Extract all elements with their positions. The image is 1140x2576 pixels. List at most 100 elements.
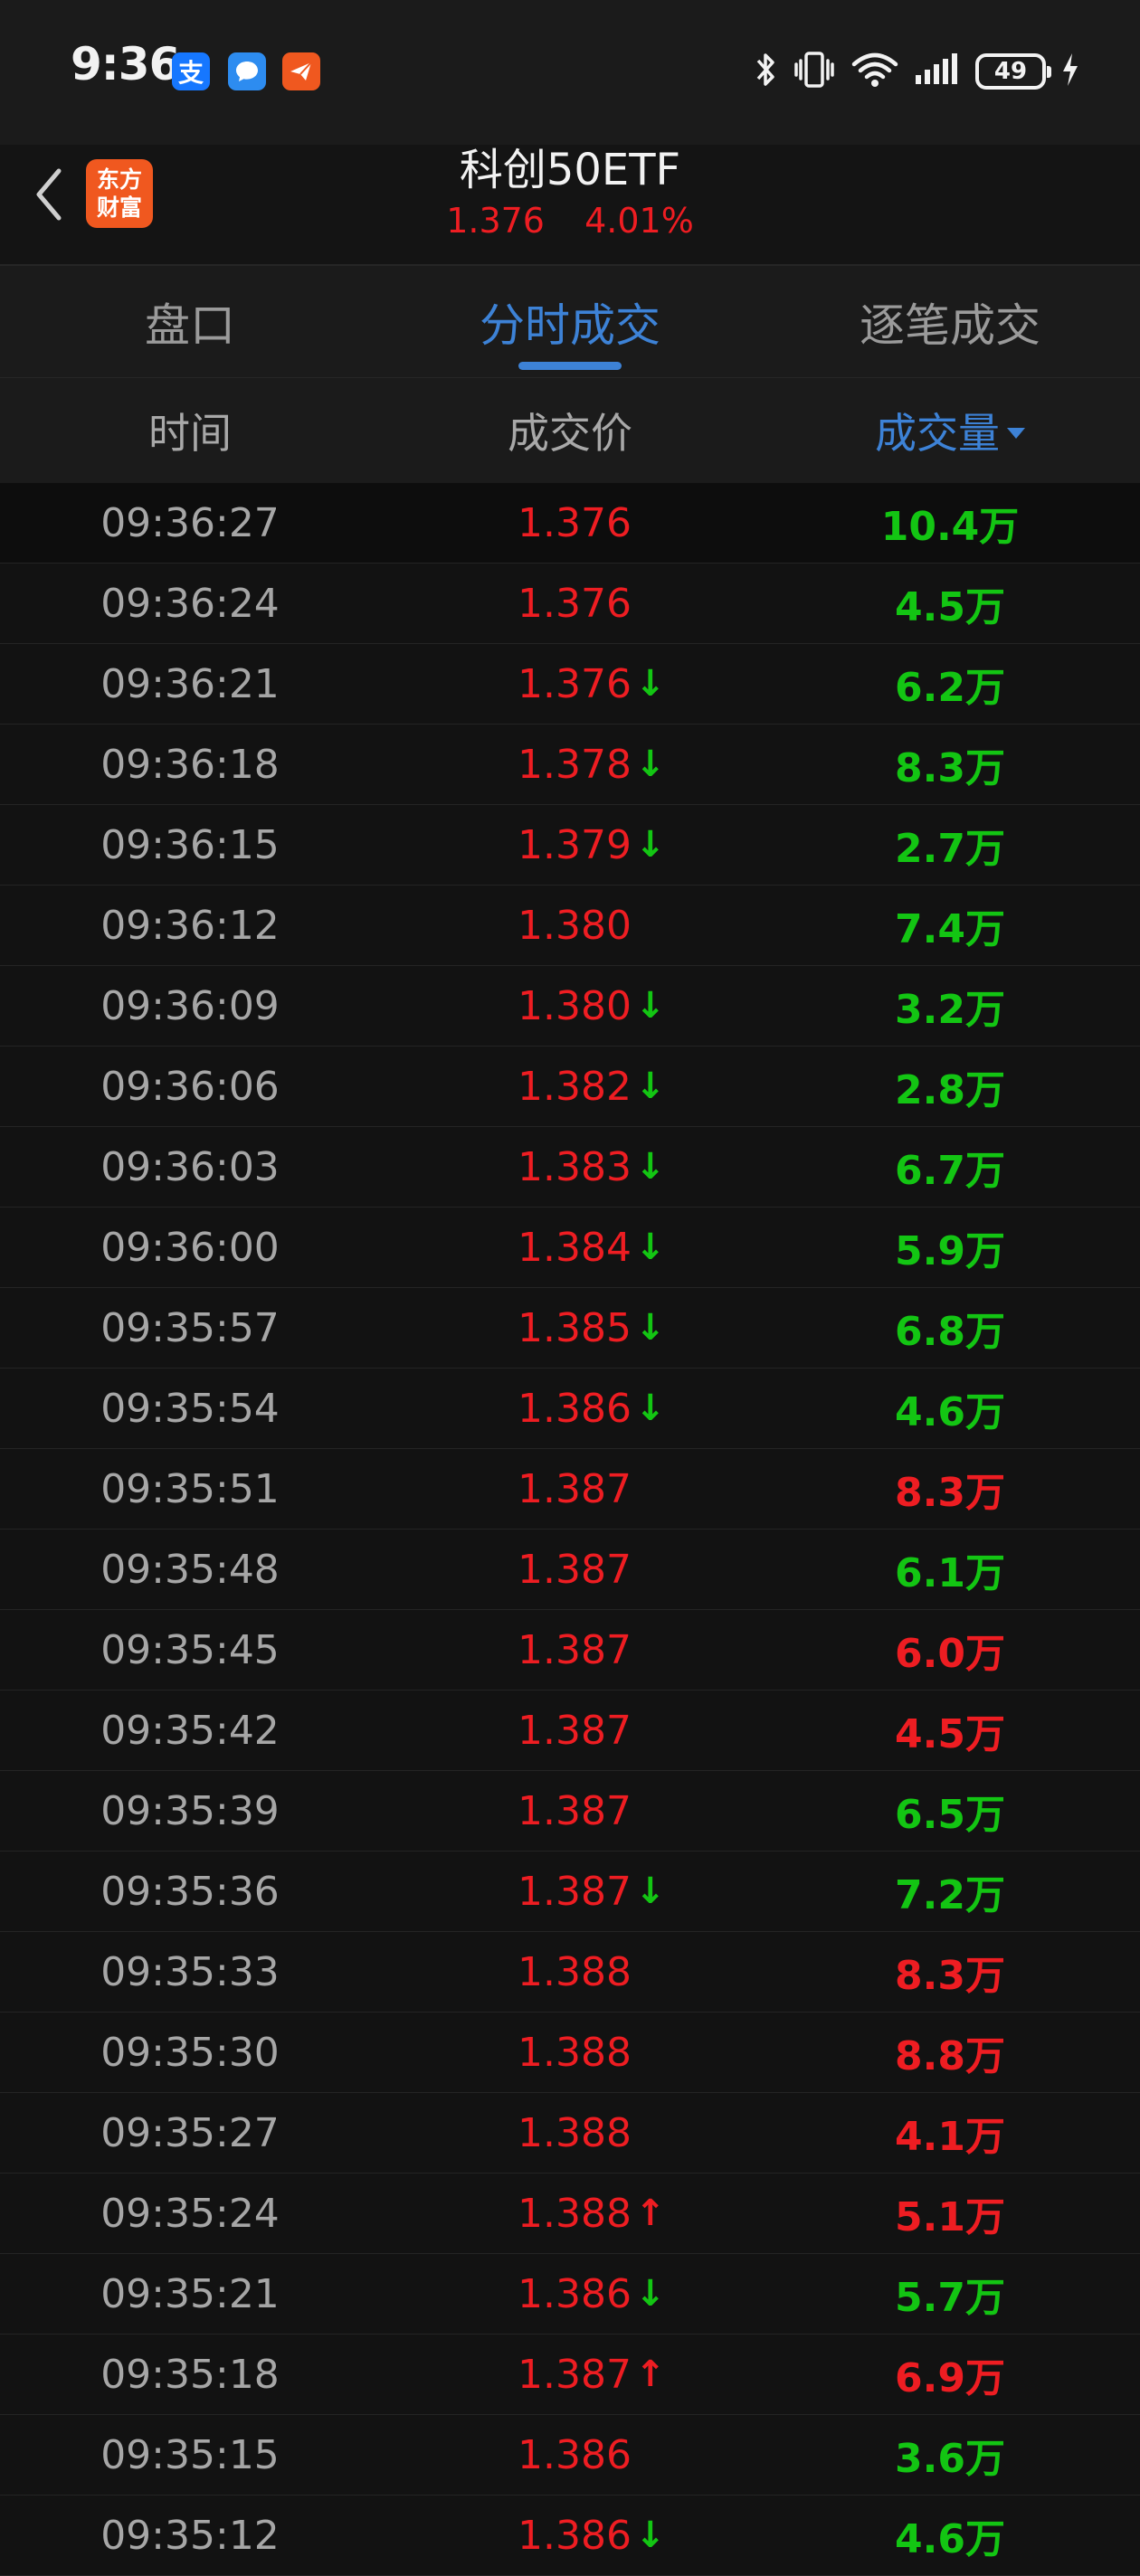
trade-price: 1.378 ↓ bbox=[518, 724, 665, 804]
table-row: 09:35:30 1.388 8.8万 bbox=[0, 2012, 1140, 2093]
trade-price: 1.384 ↓ bbox=[518, 1208, 665, 1287]
chat-bubble-icon bbox=[228, 52, 266, 90]
trade-volume: 3.2万 bbox=[895, 987, 1005, 1033]
column-time[interactable]: 时间 bbox=[81, 378, 299, 483]
trade-price: 1.385 ↓ bbox=[518, 1288, 665, 1368]
trade-price-value: 1.386 bbox=[518, 2431, 632, 2478]
table-header: 时间 成交价 成交量 bbox=[0, 378, 1140, 483]
trade-price: 1.380 bbox=[518, 886, 632, 965]
tab-order-book[interactable]: 盘口 bbox=[0, 266, 380, 378]
arrow-down-icon: ↓ bbox=[634, 1065, 666, 1107]
trade-volume: 6.9万 bbox=[895, 2355, 1005, 2401]
trade-volume: 4.1万 bbox=[895, 2114, 1005, 2160]
trade-volume: 7.4万 bbox=[895, 906, 1005, 952]
trade-time: 09:35:33 bbox=[100, 1948, 280, 1995]
charging-icon bbox=[1060, 50, 1080, 93]
trade-price: 1.376 ↓ bbox=[518, 644, 665, 724]
trade-price-value: 1.380 bbox=[518, 902, 632, 949]
column-price[interactable]: 成交价 bbox=[461, 378, 679, 483]
arrow-down-icon: ↓ bbox=[634, 1387, 666, 1429]
trade-volume: 5.7万 bbox=[895, 2275, 1005, 2321]
trade-price-value: 1.387 bbox=[518, 1787, 632, 1834]
trade-price-value: 1.388 bbox=[518, 2190, 632, 2237]
bluetooth-icon bbox=[753, 50, 778, 93]
trade-volume: 2.8万 bbox=[895, 1067, 1005, 1113]
trade-time: 09:36:27 bbox=[100, 499, 280, 546]
trade-time: 09:36:00 bbox=[100, 1224, 280, 1271]
trade-time: 09:36:03 bbox=[100, 1143, 280, 1190]
change-percent: 4.01% bbox=[584, 201, 694, 241]
trade-volume: 6.8万 bbox=[895, 1309, 1005, 1355]
arrow-down-icon: ↓ bbox=[634, 663, 666, 705]
arrow-down-icon: ↓ bbox=[634, 1146, 666, 1188]
wifi-icon bbox=[850, 50, 899, 93]
trade-time: 09:35:45 bbox=[100, 1626, 280, 1673]
trade-price-value: 1.376 bbox=[518, 660, 632, 707]
trade-time: 09:36:12 bbox=[100, 902, 280, 949]
trade-time: 09:35:39 bbox=[100, 1787, 280, 1834]
table-row: 09:35:12 1.386 ↓ 4.6万 bbox=[0, 2496, 1140, 2576]
arrow-down-icon: ↓ bbox=[634, 2514, 666, 2556]
trade-price-value: 1.385 bbox=[518, 1304, 632, 1351]
trade-price: 1.388 ↑ bbox=[518, 2174, 665, 2253]
trade-time: 09:35:36 bbox=[100, 1868, 280, 1915]
trade-volume: 2.7万 bbox=[895, 826, 1005, 872]
alipay-icon: 支 bbox=[172, 52, 210, 90]
trade-time: 09:35:42 bbox=[100, 1707, 280, 1754]
table-row: 09:36:06 1.382 ↓ 2.8万 bbox=[0, 1046, 1140, 1127]
paper-plane-icon bbox=[282, 52, 320, 90]
arrow-down-icon: ↓ bbox=[634, 743, 666, 785]
status-time: 9:36 bbox=[71, 38, 180, 90]
arrow-down-icon: ↓ bbox=[634, 2273, 666, 2315]
trade-price: 1.386 ↓ bbox=[518, 2496, 665, 2575]
trade-volume: 8.3万 bbox=[895, 1953, 1005, 1999]
trade-volume: 4.5万 bbox=[895, 584, 1005, 630]
trade-volume: 4.6万 bbox=[895, 2516, 1005, 2562]
trade-time: 09:35:15 bbox=[100, 2431, 280, 2478]
trade-price-value: 1.386 bbox=[518, 1385, 632, 1432]
trade-price-value: 1.383 bbox=[518, 1143, 632, 1190]
table-row: 09:36:24 1.376 4.5万 bbox=[0, 564, 1140, 644]
trade-time: 09:36:06 bbox=[100, 1063, 280, 1110]
trade-volume: 6.2万 bbox=[895, 665, 1005, 711]
trade-price: 1.387 bbox=[518, 1610, 632, 1690]
trade-list[interactable]: 09:36:27 1.376 10.4万 09:36:24 1.376 4.5万 09:36… bbox=[0, 483, 1140, 2576]
table-row: 09:36:15 1.379 ↓ 2.7万 bbox=[0, 805, 1140, 886]
trade-price: 1.388 bbox=[518, 2093, 632, 2173]
table-row: 09:36:03 1.383 ↓ 6.7万 bbox=[0, 1127, 1140, 1208]
trade-volume: 6.0万 bbox=[895, 1631, 1005, 1677]
trade-volume: 8.3万 bbox=[895, 745, 1005, 791]
table-row: 09:36:27 1.376 10.4万 bbox=[0, 483, 1140, 564]
trade-time: 09:35:54 bbox=[100, 1385, 280, 1432]
trade-price: 1.387 bbox=[518, 1690, 632, 1770]
tab-tick-trades[interactable]: 逐笔成交 bbox=[760, 266, 1140, 378]
table-row: 09:35:54 1.386 ↓ 4.6万 bbox=[0, 1368, 1140, 1449]
page-title: 科创50ETF bbox=[459, 145, 681, 195]
trade-volume: 8.3万 bbox=[895, 1470, 1005, 1516]
trade-volume: 10.4万 bbox=[880, 504, 1020, 550]
trade-price: 1.388 bbox=[518, 2012, 632, 2092]
trade-price: 1.382 ↓ bbox=[518, 1046, 665, 1126]
trade-price-value: 1.384 bbox=[518, 1224, 632, 1271]
trade-price: 1.386 ↓ bbox=[518, 1368, 665, 1448]
trade-price-value: 1.376 bbox=[518, 499, 632, 546]
trade-price: 1.379 ↓ bbox=[518, 805, 665, 885]
trade-volume: 5.9万 bbox=[895, 1228, 1005, 1274]
table-row: 09:35:39 1.387 6.5万 bbox=[0, 1771, 1140, 1852]
trade-price-value: 1.387 bbox=[518, 2351, 632, 2398]
table-row: 09:35:18 1.387 ↑ 6.9万 bbox=[0, 2334, 1140, 2415]
trade-price-value: 1.387 bbox=[518, 1868, 632, 1915]
trade-price-value: 1.380 bbox=[518, 982, 632, 1029]
trade-price-value: 1.388 bbox=[518, 2029, 632, 2076]
column-volume[interactable]: 成交量 bbox=[841, 378, 1059, 483]
trade-time: 09:36:15 bbox=[100, 821, 280, 868]
arrow-up-icon: ↑ bbox=[634, 2192, 666, 2234]
table-row: 09:35:24 1.388 ↑ 5.1万 bbox=[0, 2174, 1140, 2254]
table-row: 09:35:57 1.385 ↓ 6.8万 bbox=[0, 1288, 1140, 1368]
trade-price: 1.376 bbox=[518, 564, 632, 643]
arrow-down-icon: ↓ bbox=[634, 824, 666, 866]
trade-price: 1.387 ↓ bbox=[518, 1852, 665, 1931]
table-row: 09:36:18 1.378 ↓ 8.3万 bbox=[0, 724, 1140, 805]
signal-icon bbox=[914, 50, 961, 93]
table-row: 09:36:09 1.380 ↓ 3.2万 bbox=[0, 966, 1140, 1046]
